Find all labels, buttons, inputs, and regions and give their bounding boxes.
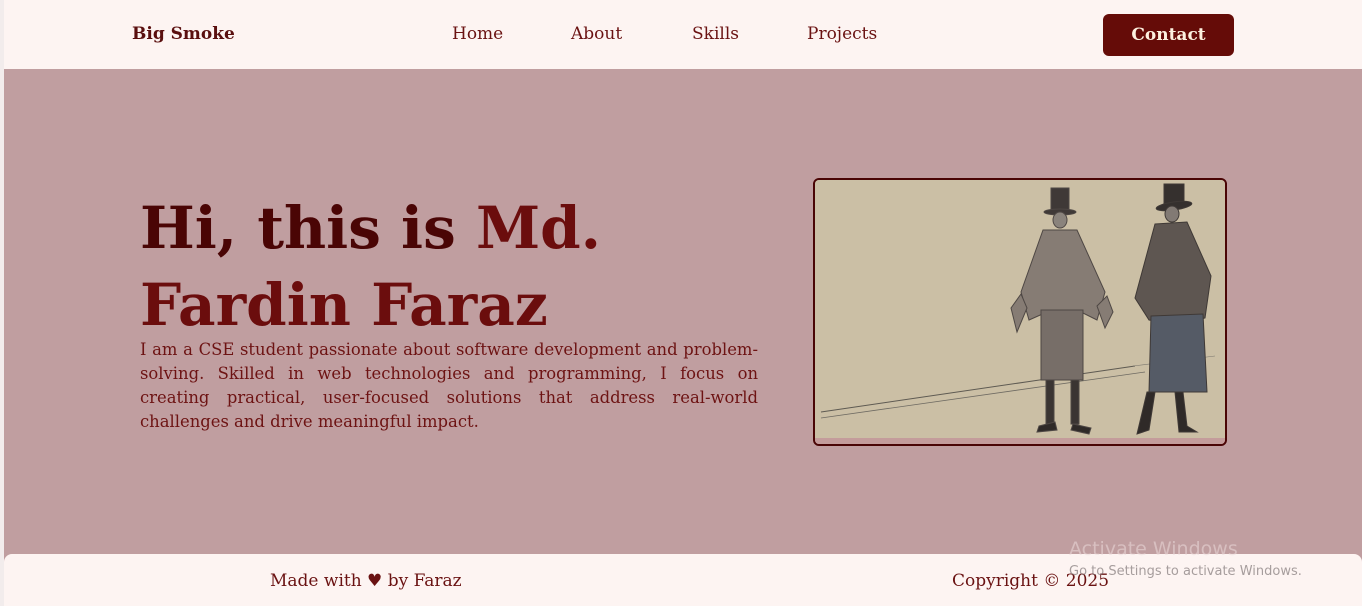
nav-skills-link[interactable]: Skills (692, 24, 739, 44)
windows-activation-subtitle: Go to Settings to activate Windows. (1069, 564, 1302, 579)
hero-title: Hi, this is Md. Fardin Faraz (140, 190, 780, 344)
nav-about-link[interactable]: About (571, 24, 622, 44)
navbar: Big Smoke Home About Skills Projects Con… (4, 0, 1362, 69)
brand-logo[interactable]: Big Smoke (132, 24, 235, 44)
nav-projects-link[interactable]: Projects (807, 24, 877, 44)
footer: Made with ♥ by Faraz Copyright © 2025 (4, 554, 1362, 606)
windows-activation-title: Activate Windows (1069, 538, 1238, 560)
contact-button[interactable]: Contact (1103, 14, 1234, 56)
hero-description: I am a CSE student passionate about soft… (140, 340, 758, 431)
footer-made-with: Made with ♥ by Faraz (270, 571, 462, 591)
hero-illustration (813, 178, 1227, 446)
page: Big Smoke Home About Skills Projects Con… (4, 0, 1362, 606)
hero-title-prefix: Hi, this is (140, 194, 476, 262)
two-figures-sketch (815, 180, 1225, 444)
nav-home-link[interactable]: Home (452, 24, 503, 44)
